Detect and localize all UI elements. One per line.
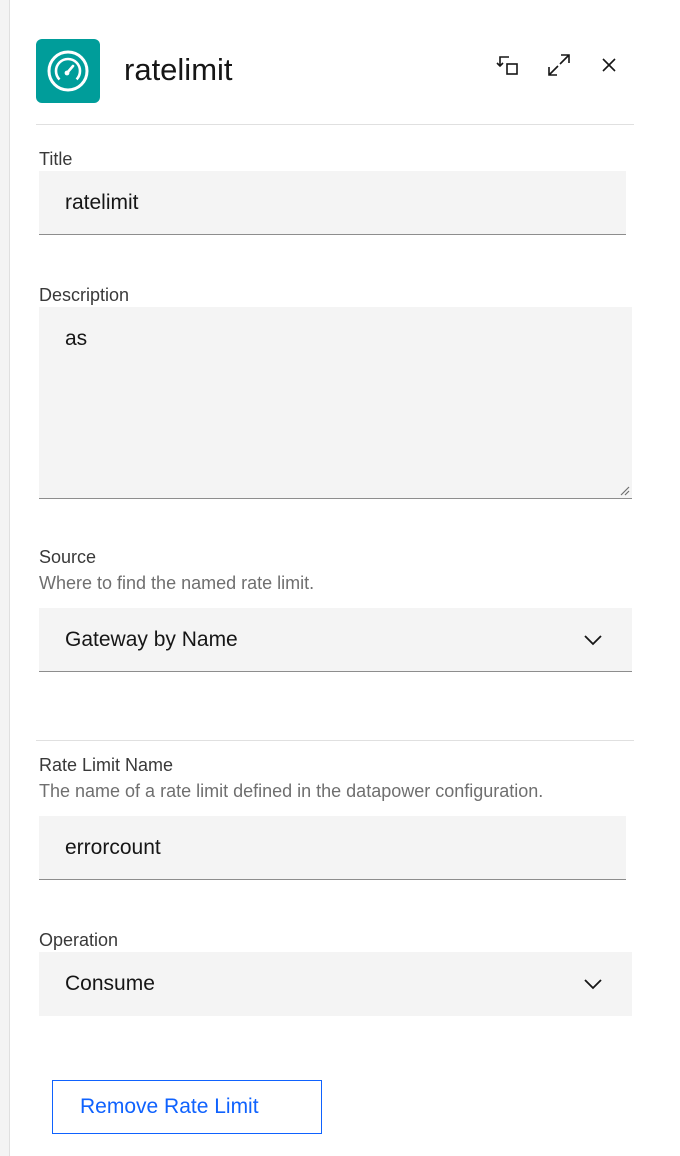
section-divider xyxy=(36,740,634,741)
header-divider xyxy=(36,124,634,125)
popout-icon xyxy=(496,56,518,75)
speedometer-icon xyxy=(36,39,100,103)
maximize-button[interactable] xyxy=(544,50,574,80)
rate-limit-name-input[interactable] xyxy=(39,816,626,880)
close-icon xyxy=(602,58,616,72)
chevron-down-icon xyxy=(584,634,602,645)
maximize-icon xyxy=(548,54,570,76)
title-label: Title xyxy=(39,149,73,169)
operation-selected-value: Consume xyxy=(65,972,155,995)
description-textarea[interactable]: as xyxy=(39,307,632,499)
remove-rate-limit-button[interactable]: Remove Rate Limit xyxy=(52,1080,322,1134)
left-rail xyxy=(0,0,10,1156)
operation-label: Operation xyxy=(39,930,119,950)
description-label: Description xyxy=(39,285,130,305)
source-label: Source xyxy=(39,547,97,567)
resize-handle-icon[interactable] xyxy=(618,484,630,496)
panel-title: ratelimit xyxy=(124,52,233,87)
description-value: as xyxy=(65,327,88,350)
rate-limit-name-label: Rate Limit Name xyxy=(39,755,174,775)
rate-limit-name-helper-text: The name of a rate limit defined in the … xyxy=(39,781,544,801)
chevron-down-icon xyxy=(584,979,602,990)
close-button[interactable] xyxy=(594,50,624,80)
popout-button[interactable] xyxy=(493,50,523,80)
title-input[interactable] xyxy=(39,171,626,235)
operation-select[interactable]: Consume xyxy=(39,952,632,1016)
source-selected-value: Gateway by Name xyxy=(65,627,238,651)
source-select[interactable]: Gateway by Name xyxy=(39,608,632,672)
source-helper-text: Where to find the named rate limit. xyxy=(39,573,315,593)
